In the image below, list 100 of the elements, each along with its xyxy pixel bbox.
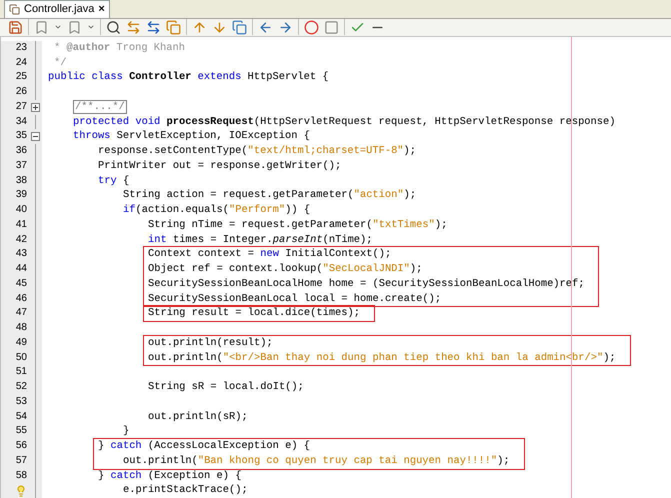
arrow-icon[interactable]: [126, 20, 141, 35]
line-number: 51: [16, 365, 27, 380]
code-text: }: [98, 470, 106, 482]
code-text: response.setContentType(: [98, 145, 248, 157]
line-number: 48: [16, 321, 27, 335]
code-text: ServletException, IOException {: [116, 130, 310, 142]
line-number: 58: [16, 468, 27, 482]
tab-title: Controller.java: [24, 2, 94, 18]
code-text: );: [497, 454, 510, 467]
line-number: 38: [16, 174, 27, 188]
code-text: );: [404, 189, 416, 202]
code-text: parseInt: [272, 234, 323, 246]
line-number: 40: [16, 203, 27, 217]
code-text: e.printStackTrace();: [123, 484, 248, 496]
close-button[interactable]: ×: [98, 4, 105, 15]
code-text: {: [122, 174, 130, 186]
code-text: );: [603, 352, 616, 364]
code-text: (HttpServletRequest request, HttpServletResponse response): [254, 116, 616, 128]
line-number: 53: [16, 394, 27, 409]
arrow-down-icon[interactable]: [212, 20, 227, 35]
line-number: 24: [16, 56, 27, 70]
code-text: "Ban khong co quyen truy cap tai nguyen nay!!!!": [198, 454, 498, 467]
code-text: catch: [110, 440, 143, 452]
line-number: 35: [16, 129, 27, 144]
code-text: SecuritySessionBeanLocalHome home = (SecuritySessionBeanLocalHome)ref;: [148, 278, 584, 290]
collapse-toggle[interactable]: [31, 132, 40, 142]
code-text: processRequest: [166, 116, 254, 128]
code-text: SecuritySessionBeanLocal local = home.create();: [148, 292, 442, 304]
lightbulb-icon[interactable]: [15, 484, 27, 497]
code-text: catch: [110, 470, 143, 482]
line-number: 46: [16, 292, 27, 306]
code-text: Controller: [129, 71, 192, 84]
code-text: InitialContext();: [285, 248, 392, 260]
code-text: "text/html;charset=UTF-8": [248, 145, 404, 157]
line-number: 57: [16, 454, 27, 468]
stop-icon[interactable]: [324, 20, 339, 35]
editor-tab[interactable]: Controller.java ×: [4, 0, 110, 18]
line-number: 34: [16, 114, 27, 128]
code-text: "SecLocalJNDI": [322, 263, 410, 275]
line-number: 37: [16, 158, 27, 173]
code-text: );: [434, 218, 448, 231]
line-number: 54: [16, 410, 27, 424]
line-number: 26: [16, 85, 27, 99]
code-text: out.println(result);: [148, 336, 273, 349]
code-text: times = Integer.: [172, 234, 273, 246]
code-text: }: [98, 440, 106, 452]
line-number: 25: [16, 70, 27, 84]
code-text: )) {: [285, 204, 310, 216]
line-number: 49: [16, 336, 27, 350]
code-text: new: [260, 248, 280, 260]
code-text: try: [98, 174, 118, 186]
code-text: HttpServlet {: [248, 71, 329, 84]
code-text: out.println(: [148, 352, 223, 364]
line-number: 41: [16, 218, 27, 232]
save-icon[interactable]: [8, 20, 23, 35]
code-text: *: [54, 42, 62, 54]
line-number: 50: [16, 350, 27, 364]
code-text: (nTime);: [322, 234, 373, 246]
code-text: public class: [48, 71, 124, 84]
code-text: throws: [73, 130, 112, 142]
line-number: 42: [16, 232, 27, 246]
code-text: );: [410, 263, 422, 275]
line-number: 52: [16, 380, 27, 394]
line-number: 55: [16, 424, 27, 438]
code-text: protected void: [73, 116, 162, 128]
code-text: }: [123, 425, 130, 438]
code-text: "action": [354, 189, 404, 202]
expand-toggle[interactable]: [31, 102, 40, 112]
copy-icon[interactable]: [232, 20, 247, 35]
code-text: );: [404, 145, 416, 157]
file-icon: [9, 4, 20, 15]
arrow-icon[interactable]: [146, 20, 161, 35]
code-text: Object ref = context.lookup(: [148, 263, 323, 275]
line-number: 44: [16, 262, 27, 276]
code-text: String result = local.dice(times);: [148, 307, 360, 320]
code-text: @author: [66, 42, 110, 54]
line-number: 27: [16, 100, 27, 114]
code-text: "<br/>Ban thay noi dung phan tiep theo khi ban la admin<br/>": [222, 352, 604, 364]
code-text: (AccessLocalException e) {: [148, 440, 310, 452]
code-text: (Exception e) {: [148, 470, 242, 482]
code-text: if: [123, 204, 136, 216]
code-text: extends: [196, 71, 242, 84]
line-number: 43: [16, 247, 27, 262]
code-text: Context context =: [148, 248, 256, 260]
code-text: Trong Khanh: [115, 42, 185, 54]
code-text: String action = request.getParameter(: [123, 189, 354, 202]
line-number: 39: [16, 188, 27, 202]
code-text: String sR = local.doIt();: [148, 381, 304, 393]
code-text: int: [148, 234, 168, 246]
arrow-right-icon[interactable]: [278, 20, 293, 35]
line-number: 47: [16, 306, 27, 320]
folded-code-box[interactable]: /**...*/: [73, 100, 127, 114]
code-text: */: [54, 56, 66, 68]
record-icon[interactable]: [304, 20, 319, 35]
line-number: 23: [16, 40, 27, 55]
line-number: 45: [16, 276, 27, 291]
code-text: PrintWriter out = response.getWriter();: [98, 160, 342, 172]
search-icon[interactable]: [106, 20, 121, 35]
line-number: 56: [16, 439, 27, 453]
code-text: out.println(: [123, 454, 198, 467]
